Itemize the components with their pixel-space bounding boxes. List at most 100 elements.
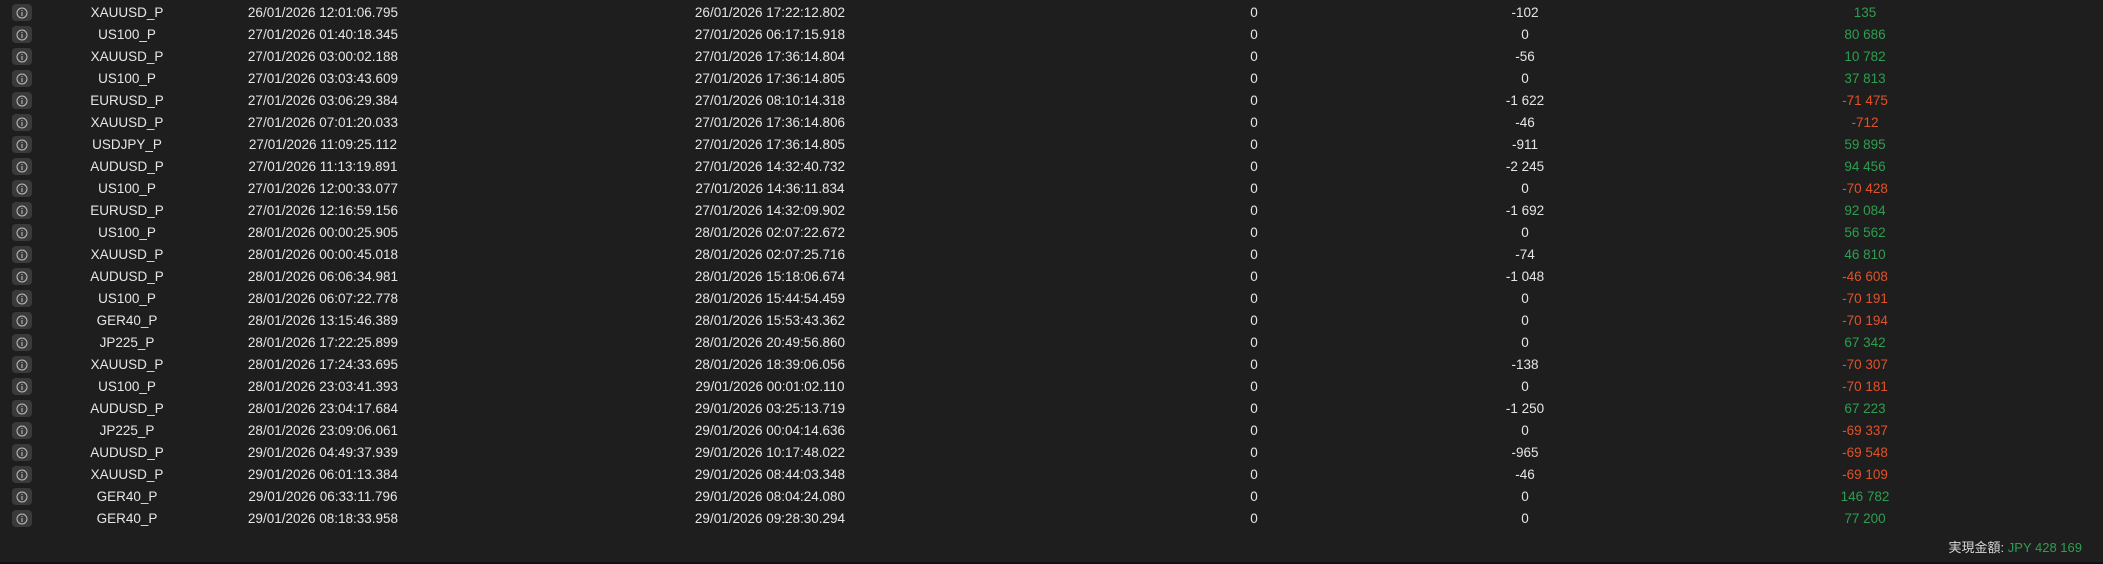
info-circle-icon[interactable]	[12, 158, 32, 175]
commission-cell: 0	[1521, 335, 1529, 350]
info-circle-icon[interactable]	[12, 312, 32, 329]
table-row[interactable]: AUDUSD_P 27/01/2026 11:13:19.891 27/01/202…	[0, 156, 2103, 178]
info-circle-icon[interactable]	[12, 334, 32, 351]
info-circle-icon[interactable]	[12, 92, 32, 109]
table-row[interactable]: AUDUSD_P 28/01/2026 06:06:34.981 28/01/202…	[0, 266, 2103, 288]
table-row[interactable]: XAUUSD_P 27/01/2026 07:01:20.033 27/01/202…	[0, 112, 2103, 134]
commission-cell: 0	[1521, 181, 1529, 196]
table-row[interactable]: USDJPY_P 27/01/2026 11:09:25.112 27/01/202…	[0, 134, 2103, 156]
table-row[interactable]: US100_P 28/01/2026 23:03:41.393 29/01/2026…	[0, 376, 2103, 398]
table-row[interactable]: XAUUSD_P 28/01/2026 17:24:33.695 28/01/202…	[0, 354, 2103, 376]
close-time-cell: 29/01/2026 09:28:30.294	[694, 511, 846, 526]
table-row[interactable]: GER40_P 29/01/2026 08:18:33.958 29/01/2026…	[0, 508, 2103, 530]
info-circle-icon[interactable]	[12, 378, 32, 395]
info-circle-icon[interactable]	[12, 224, 32, 241]
commission-cell: -1 250	[1505, 401, 1545, 416]
table-row[interactable]: EURUSD_P 27/01/2026 12:16:59.156 27/01/202…	[0, 200, 2103, 222]
symbol-cell: US100_P	[98, 181, 156, 196]
info-circle-icon[interactable]	[12, 136, 32, 153]
info-circle-icon[interactable]	[12, 268, 32, 285]
close-time-cell: 27/01/2026 14:32:40.732	[694, 159, 846, 174]
table-row[interactable]: AUDUSD_P 28/01/2026 23:04:17.684 29/01/202…	[0, 398, 2103, 420]
swap-cell: 0	[1250, 467, 1258, 482]
table-row[interactable]: US100_P 27/01/2026 12:00:33.077 27/01/2026…	[0, 178, 2103, 200]
open-time-cell: 28/01/2026 23:09:06.061	[247, 423, 399, 438]
swap-cell: 0	[1250, 27, 1258, 42]
info-circle-icon[interactable]	[12, 488, 32, 505]
table-row[interactable]: AUDUSD_P 29/01/2026 04:49:37.939 29/01/202…	[0, 442, 2103, 464]
table-row[interactable]: JP225_P 28/01/2026 17:22:25.899 28/01/2026…	[0, 332, 2103, 354]
profit-cell: 80 686	[1844, 27, 1886, 42]
info-circle-icon[interactable]	[12, 70, 32, 87]
info-circle-icon[interactable]	[12, 510, 32, 527]
commission-cell: -1 622	[1505, 93, 1545, 108]
open-time-cell: 29/01/2026 06:01:13.384	[247, 467, 399, 482]
info-circle-icon[interactable]	[12, 290, 32, 307]
table-row[interactable]: US100_P 27/01/2026 03:03:43.609 27/01/2026…	[0, 68, 2103, 90]
swap-cell: 0	[1250, 159, 1258, 174]
table-row[interactable]: XAUUSD_P 28/01/2026 00:00:45.018 28/01/202…	[0, 244, 2103, 266]
profit-cell: -70 307	[1842, 357, 1888, 372]
close-time-cell: 27/01/2026 14:36:11.834	[695, 181, 845, 196]
table-row[interactable]: XAUUSD_P 29/01/2026 06:01:13.384 29/01/202…	[0, 464, 2103, 486]
swap-cell: 0	[1250, 137, 1258, 152]
symbol-cell: JP225_P	[99, 423, 155, 438]
info-circle-icon[interactable]	[12, 422, 32, 439]
open-time-cell: 27/01/2026 11:13:19.891	[248, 159, 398, 174]
profit-cell: -46 608	[1842, 269, 1888, 284]
table-row[interactable]: US100_P 28/01/2026 00:00:25.905 28/01/2026…	[0, 222, 2103, 244]
swap-cell: 0	[1250, 71, 1258, 86]
info-circle-icon[interactable]	[12, 48, 32, 65]
info-circle-icon[interactable]	[12, 444, 32, 461]
swap-cell: 0	[1250, 423, 1258, 438]
close-time-cell: 28/01/2026 15:18:06.674	[694, 269, 846, 284]
info-circle-icon[interactable]	[12, 466, 32, 483]
close-time-cell: 29/01/2026 00:04:14.636	[694, 423, 846, 438]
info-circle-icon[interactable]	[12, 114, 32, 131]
table-row[interactable]: US100_P 28/01/2026 06:07:22.778 28/01/2026…	[0, 288, 2103, 310]
trade-history-table: XAUUSD_P 26/01/2026 12:01:06.795 26/01/202…	[0, 2, 2103, 530]
close-time-cell: 28/01/2026 02:07:25.716	[694, 247, 846, 262]
open-time-cell: 28/01/2026 17:22:25.899	[247, 335, 399, 350]
swap-cell: 0	[1250, 5, 1258, 20]
profit-cell: 10 782	[1844, 49, 1886, 64]
symbol-cell: EURUSD_P	[90, 93, 164, 108]
info-circle-icon[interactable]	[12, 356, 32, 373]
table-row[interactable]: US100_P 27/01/2026 01:40:18.345 27/01/2026…	[0, 24, 2103, 46]
swap-cell: 0	[1250, 357, 1258, 372]
info-circle-icon[interactable]	[12, 202, 32, 219]
commission-cell: 0	[1521, 489, 1529, 504]
commission-cell: -1 692	[1505, 203, 1545, 218]
table-row[interactable]: JP225_P 28/01/2026 23:09:06.061 29/01/2026…	[0, 420, 2103, 442]
open-time-cell: 27/01/2026 07:01:20.033	[247, 115, 399, 130]
swap-cell: 0	[1250, 203, 1258, 218]
commission-cell: 0	[1521, 423, 1529, 438]
commission-cell: -2 245	[1505, 159, 1545, 174]
info-circle-icon[interactable]	[12, 400, 32, 417]
profit-cell: 67 342	[1844, 335, 1886, 350]
profit-cell: -69 109	[1842, 467, 1888, 482]
commission-cell: -965	[1511, 445, 1539, 460]
swap-cell: 0	[1250, 379, 1258, 394]
info-circle-icon[interactable]	[12, 26, 32, 43]
info-circle-icon[interactable]	[12, 180, 32, 197]
profit-cell: 46 810	[1844, 247, 1886, 262]
symbol-cell: US100_P	[98, 291, 156, 306]
trade-history-panel: XAUUSD_P 26/01/2026 12:01:06.795 26/01/202…	[0, 0, 2103, 564]
table-row[interactable]: EURUSD_P 27/01/2026 03:06:29.384 27/01/202…	[0, 90, 2103, 112]
info-circle-icon[interactable]	[12, 4, 32, 21]
table-row[interactable]: XAUUSD_P 27/01/2026 03:00:02.188 27/01/202…	[0, 46, 2103, 68]
profit-cell: -712	[1851, 115, 1879, 130]
info-circle-icon[interactable]	[12, 246, 32, 263]
close-time-cell: 27/01/2026 17:36:14.805	[694, 71, 846, 86]
table-row[interactable]: GER40_P 28/01/2026 13:15:46.389 28/01/2026…	[0, 310, 2103, 332]
table-row[interactable]: XAUUSD_P 26/01/2026 12:01:06.795 26/01/202…	[0, 2, 2103, 24]
table-row[interactable]: GER40_P 29/01/2026 06:33:11.796 29/01/2026…	[0, 486, 2103, 508]
symbol-cell: XAUUSD_P	[90, 115, 164, 130]
profit-cell: -70 191	[1842, 291, 1888, 306]
open-time-cell: 27/01/2026 12:00:33.077	[247, 181, 399, 196]
close-time-cell: 29/01/2026 03:25:13.719	[694, 401, 846, 416]
profit-cell: 37 813	[1844, 71, 1886, 86]
swap-cell: 0	[1250, 93, 1258, 108]
close-time-cell: 29/01/2026 08:04:24.080	[694, 489, 846, 504]
